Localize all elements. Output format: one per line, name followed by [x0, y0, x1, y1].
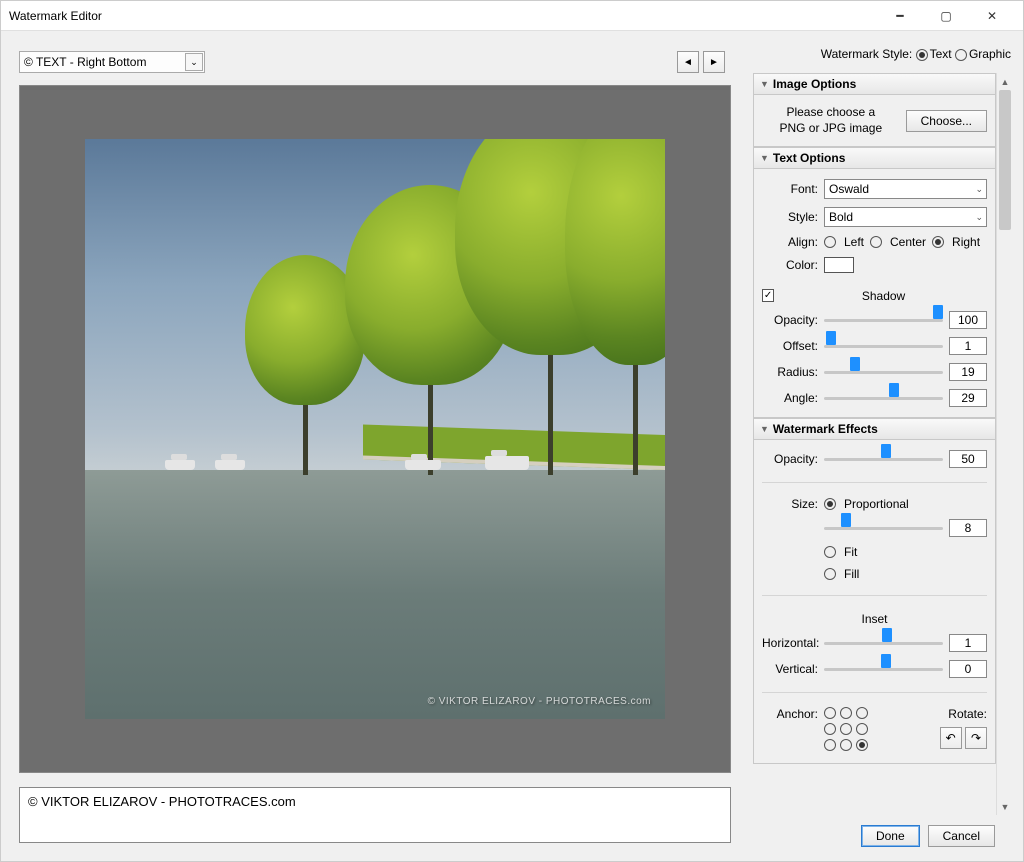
- title-bar: Watermark Editor ━ ▢ ✕: [1, 1, 1023, 31]
- anchor-tr[interactable]: [856, 707, 868, 719]
- anchor-tc[interactable]: [840, 707, 852, 719]
- shadow-checkbox[interactable]: ✓: [762, 289, 774, 302]
- color-picker[interactable]: [824, 257, 854, 273]
- maximize-button[interactable]: ▢: [923, 1, 969, 31]
- preset-selected: © TEXT - Right Bottom: [24, 55, 146, 69]
- watermark-text-input[interactable]: © VIKTOR ELIZAROV - PHOTOTRACES.com: [19, 787, 731, 843]
- rotate-cw-button[interactable]: ↷: [965, 727, 987, 749]
- wm-size-slider[interactable]: [824, 519, 943, 537]
- anchor-tl[interactable]: [824, 707, 836, 719]
- image-options-header[interactable]: ▼Image Options: [753, 73, 996, 95]
- style-graphic-radio[interactable]: [955, 49, 967, 61]
- collapse-icon: ▼: [760, 79, 769, 89]
- wm-opacity-slider[interactable]: [824, 450, 943, 468]
- font-dropdown[interactable]: Oswald⌄: [824, 179, 987, 199]
- align-right-radio[interactable]: [932, 236, 944, 248]
- next-image-button[interactable]: ►: [703, 51, 725, 73]
- wm-opacity-value[interactable]: 50: [949, 450, 987, 468]
- settings-scrollbar[interactable]: ▲ ▼: [996, 73, 1013, 815]
- anchor-ml[interactable]: [824, 723, 836, 735]
- shadow-offset-value[interactable]: 1: [949, 337, 987, 355]
- prev-image-button[interactable]: ◄: [677, 51, 699, 73]
- text-options-header[interactable]: ▼Text Options: [753, 147, 996, 169]
- font-style-dropdown[interactable]: Bold⌄: [824, 207, 987, 227]
- size-fill-radio[interactable]: [824, 568, 836, 580]
- inset-vert-slider[interactable]: [824, 660, 943, 678]
- size-proportional-radio[interactable]: [824, 498, 836, 510]
- style-text-radio[interactable]: [916, 49, 928, 61]
- align-center-radio[interactable]: [870, 236, 882, 248]
- chevron-down-icon: ⌄: [185, 53, 203, 71]
- anchor-grid: [824, 707, 870, 753]
- watermark-style-row: Watermark Style: Text Graphic: [753, 47, 1013, 61]
- shadow-offset-slider[interactable]: [824, 337, 943, 355]
- inset-vert-value[interactable]: 0: [949, 660, 987, 678]
- scroll-up-icon[interactable]: ▲: [997, 73, 1013, 90]
- shadow-angle-value[interactable]: 29: [949, 389, 987, 407]
- watermark-style-label: Watermark Style:: [821, 47, 913, 61]
- shadow-radius-slider[interactable]: [824, 363, 943, 381]
- shadow-angle-slider[interactable]: [824, 389, 943, 407]
- anchor-mr[interactable]: [856, 723, 868, 735]
- inset-horiz-value[interactable]: 1: [949, 634, 987, 652]
- watermark-effects-header[interactable]: ▼Watermark Effects: [753, 418, 996, 440]
- shadow-opacity-slider[interactable]: [824, 311, 943, 329]
- chevron-down-icon: ⌄: [975, 212, 983, 223]
- preview-frame: © VIKTOR ELIZAROV - PHOTOTRACES.com: [19, 85, 731, 773]
- chevron-down-icon: ⌄: [975, 184, 983, 195]
- preset-dropdown[interactable]: © TEXT - Right Bottom ⌄: [19, 51, 205, 73]
- cancel-button[interactable]: Cancel: [928, 825, 995, 847]
- window-title: Watermark Editor: [9, 9, 877, 23]
- collapse-icon: ▼: [760, 153, 769, 163]
- anchor-bc[interactable]: [840, 739, 852, 751]
- anchor-br[interactable]: [856, 739, 868, 751]
- rotate-ccw-button[interactable]: ↶: [940, 727, 962, 749]
- preview-image: © VIKTOR ELIZAROV - PHOTOTRACES.com: [85, 139, 665, 719]
- anchor-bl[interactable]: [824, 739, 836, 751]
- wm-size-value[interactable]: 8: [949, 519, 987, 537]
- anchor-mc[interactable]: [840, 723, 852, 735]
- size-fit-radio[interactable]: [824, 546, 836, 558]
- watermark-overlay: © VIKTOR ELIZAROV - PHOTOTRACES.com: [428, 696, 651, 707]
- choose-image-button[interactable]: Choose...: [906, 110, 987, 132]
- inset-horiz-slider[interactable]: [824, 634, 943, 652]
- done-button[interactable]: Done: [861, 825, 920, 847]
- settings-pane: Watermark Style: Text Graphic ▼Image Opt…: [743, 31, 1023, 861]
- minimize-button[interactable]: ━: [877, 1, 923, 31]
- shadow-radius-value[interactable]: 19: [949, 363, 987, 381]
- close-button[interactable]: ✕: [969, 1, 1015, 31]
- shadow-opacity-value[interactable]: 100: [949, 311, 987, 329]
- align-left-radio[interactable]: [824, 236, 836, 248]
- scroll-down-icon[interactable]: ▼: [997, 798, 1013, 815]
- preview-pane: © TEXT - Right Bottom ⌄ ◄ ►: [1, 31, 743, 861]
- collapse-icon: ▼: [760, 424, 769, 434]
